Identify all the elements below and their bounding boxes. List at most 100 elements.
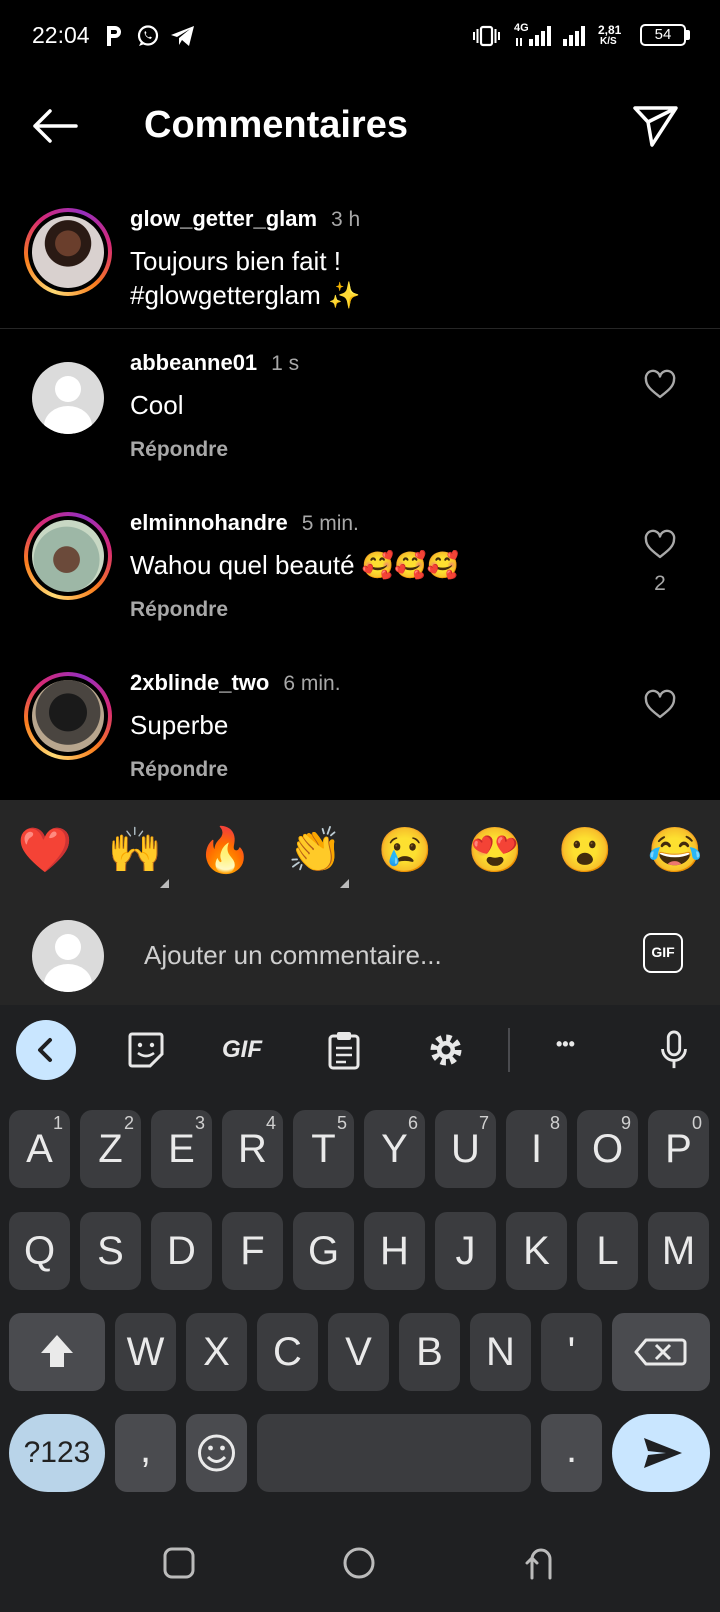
backspace-key[interactable]	[612, 1313, 710, 1391]
page-title: Commentaires	[144, 104, 408, 146]
space-key[interactable]	[257, 1414, 531, 1492]
home-icon[interactable]	[342, 1546, 376, 1580]
like-heart-icon[interactable]	[644, 529, 676, 561]
key-z[interactable]: Z2	[80, 1110, 141, 1188]
comment-username[interactable]: elminnohandre	[130, 510, 288, 535]
emoji-heart-button[interactable]: ❤️	[15, 826, 75, 876]
comment-avatar[interactable]	[24, 512, 112, 600]
key-s[interactable]: S	[80, 1212, 141, 1290]
comment-avatar[interactable]	[24, 672, 112, 760]
chevron-left-icon	[38, 1038, 52, 1062]
divider	[0, 328, 720, 329]
key-f[interactable]: F	[222, 1212, 283, 1290]
whatsapp-icon	[137, 25, 159, 46]
battery-indicator: 54	[640, 24, 686, 46]
microphone-icon[interactable]	[658, 1030, 690, 1070]
period-key[interactable]: .	[541, 1414, 602, 1492]
emoji-heart-eyes-button[interactable]: 😍	[465, 826, 525, 876]
comment-avatar[interactable]	[32, 362, 104, 434]
key-d[interactable]: D	[151, 1212, 212, 1290]
sticker-icon[interactable]	[126, 1030, 166, 1070]
comment-username[interactable]: 2xblinde_two	[130, 670, 269, 695]
emoji-surprised-button[interactable]: 😮	[555, 826, 615, 876]
key-apostrophe[interactable]: '	[541, 1313, 602, 1391]
key-w[interactable]: W	[115, 1313, 176, 1391]
reply-button[interactable]: Répondre	[130, 758, 228, 782]
like-heart-icon[interactable]	[644, 369, 676, 401]
keyboard-back-button[interactable]	[16, 1020, 76, 1080]
like-count: 2	[654, 572, 666, 595]
emoji-raised-hands-button[interactable]: 🙌	[105, 826, 165, 876]
comma-key[interactable]: ,	[115, 1414, 176, 1492]
key-t[interactable]: T5	[293, 1110, 354, 1188]
key-i[interactable]: I8	[506, 1110, 567, 1188]
shift-key[interactable]	[9, 1313, 105, 1391]
emoji-clap-button[interactable]: 👏	[285, 826, 345, 876]
caption-text-line1: Toujours bien fait !	[130, 246, 342, 276]
key-r[interactable]: R4	[222, 1110, 283, 1188]
caption-time: 3 h	[331, 208, 361, 231]
skin-tone-indicator	[160, 870, 169, 888]
net-speed-value: 2,81	[598, 23, 622, 37]
key-x[interactable]: X	[186, 1313, 247, 1391]
key-k[interactable]: K	[506, 1212, 567, 1290]
key-v[interactable]: V	[328, 1313, 389, 1391]
signal-icon-1	[516, 26, 551, 46]
key-o[interactable]: O9	[577, 1110, 638, 1188]
caption-text-line2: #glowgetterglam ✨	[130, 280, 361, 310]
key-n[interactable]: N	[470, 1313, 531, 1391]
key-q[interactable]: Q	[9, 1212, 70, 1290]
key-a[interactable]: A1	[9, 1110, 70, 1188]
comment-text: Cool	[130, 390, 184, 420]
reply-button[interactable]: Répondre	[130, 598, 228, 622]
gif-button[interactable]: GIF	[643, 933, 683, 973]
backspace-icon	[634, 1338, 687, 1366]
telegram-icon	[171, 26, 194, 46]
like-heart-icon[interactable]	[644, 689, 676, 721]
p-app-icon	[107, 26, 121, 46]
skin-tone-indicator	[340, 870, 349, 888]
emoji-key[interactable]	[186, 1414, 247, 1492]
shift-icon	[41, 1335, 73, 1367]
nav-back-icon[interactable]	[524, 1546, 558, 1580]
more-options-button[interactable]: •••	[556, 1034, 575, 1074]
caption-avatar[interactable]	[24, 208, 112, 296]
key-h[interactable]: H	[364, 1212, 425, 1290]
signal-icon-2	[563, 26, 585, 46]
comment-time: 6 min.	[283, 672, 341, 695]
emoji-crying-button[interactable]: 😢	[375, 826, 435, 876]
send-direct-icon[interactable]	[632, 104, 680, 148]
key-c[interactable]: C	[257, 1313, 318, 1391]
key-e[interactable]: E3	[151, 1110, 212, 1188]
smiley-icon	[198, 1434, 235, 1472]
emoji-laughing-button[interactable]: 😂	[645, 826, 705, 876]
key-j[interactable]: J	[435, 1212, 496, 1290]
key-u[interactable]: U7	[435, 1110, 496, 1188]
send-key[interactable]	[612, 1414, 710, 1492]
key-g[interactable]: G	[293, 1212, 354, 1290]
emoji-fire-button[interactable]: 🔥	[195, 826, 255, 876]
comment-input[interactable]: Ajouter un commentaire...	[144, 940, 442, 971]
key-p[interactable]: P0	[648, 1110, 709, 1188]
toolbar-divider	[508, 1028, 510, 1072]
key-y[interactable]: Y6	[364, 1110, 425, 1188]
key-b[interactable]: B	[399, 1313, 460, 1391]
caption-header: glow_getter_glam 3 h	[130, 206, 360, 232]
key-l[interactable]: L	[577, 1212, 638, 1290]
comment-time: 5 min.	[301, 512, 359, 535]
symbols-key[interactable]: ?123	[9, 1414, 105, 1492]
send-icon	[644, 1438, 682, 1468]
back-arrow-icon[interactable]	[30, 108, 80, 144]
battery-tip	[686, 30, 690, 40]
comment-text: Superbe	[130, 710, 229, 740]
recent-apps-icon[interactable]	[162, 1546, 196, 1580]
reply-button[interactable]: Répondre	[130, 438, 228, 462]
comment-text: Wahou quel beauté 🥰🥰🥰	[130, 550, 459, 580]
key-m[interactable]: M	[648, 1212, 709, 1290]
gear-icon[interactable]	[426, 1030, 466, 1070]
keyboard-gif-button[interactable]: GIF	[222, 1036, 262, 1076]
caption-username[interactable]: glow_getter_glam	[130, 206, 317, 231]
comment-header: elminnohandre 5 min.	[130, 510, 359, 536]
clipboard-icon[interactable]	[326, 1030, 362, 1070]
comment-username[interactable]: abbeanne01	[130, 350, 257, 375]
